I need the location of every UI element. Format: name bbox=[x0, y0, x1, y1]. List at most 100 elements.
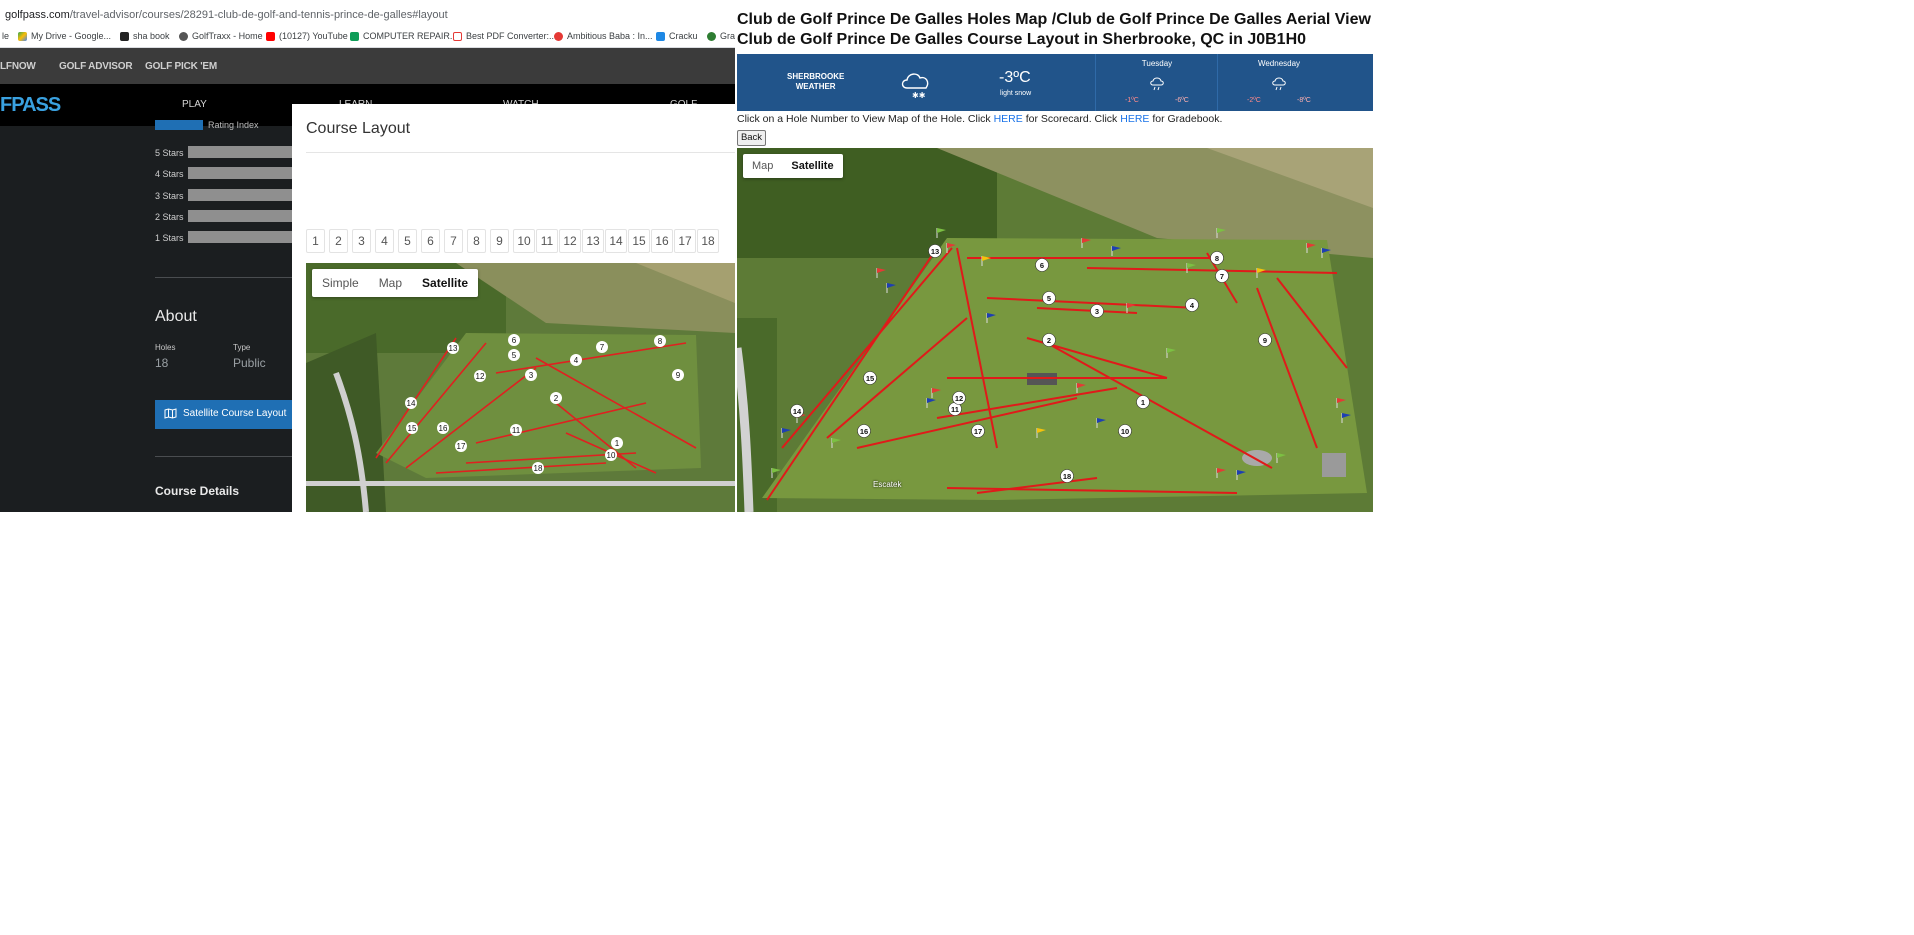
hole-button-13[interactable]: 13 bbox=[582, 229, 604, 253]
hole-button-5[interactable]: 5 bbox=[398, 229, 417, 253]
ambitious-baba-icon bbox=[554, 31, 563, 41]
hole-button-18[interactable]: 18 bbox=[697, 229, 719, 253]
hole-button-3[interactable]: 3 bbox=[352, 229, 371, 253]
hole-button-10[interactable]: 10 bbox=[513, 229, 535, 253]
hole-button-7[interactable]: 7 bbox=[444, 229, 463, 253]
bookmark-item[interactable]: Gra bbox=[707, 31, 735, 41]
weather-city: SHERBROOKE WEATHER bbox=[787, 72, 844, 92]
grammar-icon bbox=[707, 31, 716, 41]
right-map-type-toggle: Map Satellite bbox=[743, 154, 843, 178]
hole-marker-label: 1 bbox=[615, 439, 620, 448]
bookmark-item[interactable]: le bbox=[2, 31, 9, 41]
address-bar[interactable]: golfpass.com/travel-advisor/courses/2829… bbox=[0, 0, 735, 26]
bookmarks-bar: le My Drive - Google... sha book GolfTra… bbox=[0, 26, 735, 48]
holes-label: Holes bbox=[155, 343, 176, 352]
rain-cloud-icon bbox=[1272, 77, 1286, 91]
instructions-part: for Scorecard. Click bbox=[1022, 113, 1121, 125]
star-rating-bar bbox=[188, 189, 293, 201]
course-layout-modal: Course Layout 1 2 3 4 5 6 7 8 9 10 11 12 13 14 15 16 17 1… bbox=[292, 104, 735, 512]
hole-marker-label: 8 bbox=[658, 337, 663, 346]
hole-button-6[interactable]: 6 bbox=[421, 229, 440, 253]
modal-satellite-map[interactable]: 1 2 3 4 5 6 7 8 9 10 11 12 13 14 15 16 17 18 Simple Map S… bbox=[306, 263, 735, 512]
star-rating-bar bbox=[188, 210, 293, 222]
bookmark-item[interactable]: Best PDF Converter:... bbox=[453, 31, 557, 41]
hole-marker-label: 4 bbox=[574, 356, 579, 365]
hole-button-9[interactable]: 9 bbox=[490, 229, 509, 253]
hole-marker-label: 10 bbox=[607, 451, 616, 460]
bookmark-item[interactable]: sha book bbox=[120, 31, 170, 41]
hole-button-4[interactable]: 4 bbox=[375, 229, 394, 253]
hole-marker-label: 2 bbox=[554, 394, 559, 403]
hole-button-1[interactable]: 1 bbox=[306, 229, 325, 253]
nav-play[interactable]: PLAY bbox=[182, 99, 207, 110]
rating-index-label: Rating Index bbox=[208, 120, 259, 130]
bookmark-label: My Drive - Google... bbox=[31, 31, 112, 41]
weather-separator bbox=[1217, 54, 1218, 111]
hole-marker-label: 6 bbox=[1040, 261, 1044, 270]
hole-button-17[interactable]: 17 bbox=[674, 229, 696, 253]
current-temperature: -3ºC bbox=[999, 69, 1031, 86]
star-rating-bar bbox=[188, 231, 293, 243]
hole-marker-label: 16 bbox=[860, 427, 868, 436]
bookmark-item[interactable]: My Drive - Google... bbox=[18, 31, 111, 41]
hole-marker-label: 7 bbox=[600, 343, 605, 352]
hole-button-15[interactable]: 15 bbox=[628, 229, 650, 253]
map-mode-satellite[interactable]: Satellite bbox=[782, 154, 842, 178]
type-label: Type bbox=[233, 343, 251, 352]
nav-golf-advisor[interactable]: GOLF ADVISOR bbox=[59, 61, 133, 72]
star-row-label: 2 Stars bbox=[155, 212, 184, 222]
hole-marker-label: 17 bbox=[457, 442, 466, 451]
hole-button-11[interactable]: 11 bbox=[536, 229, 558, 253]
hole-marker-label: 5 bbox=[1047, 294, 1051, 303]
forecast-high: -1ºC bbox=[1125, 97, 1139, 104]
instructions-part: Click on a Hole Number to View Map of th… bbox=[737, 113, 994, 125]
hole-marker-label: 10 bbox=[1121, 427, 1129, 436]
right-satellite-image: 12345678910111213141516 1718 bbox=[737, 148, 1373, 512]
star-rating-bar bbox=[188, 167, 293, 179]
map-icon bbox=[164, 408, 177, 419]
gradebook-link[interactable]: HERE bbox=[1120, 113, 1149, 125]
youtube-icon bbox=[266, 31, 275, 41]
snow-cloud-icon: ✱✱ bbox=[901, 73, 929, 100]
star-rating-bar bbox=[188, 146, 293, 158]
hole-button-16[interactable]: 16 bbox=[651, 229, 673, 253]
map-mode-satellite[interactable]: Satellite bbox=[412, 269, 478, 297]
map-mode-map[interactable]: Map bbox=[743, 154, 782, 178]
hole-button-14[interactable]: 14 bbox=[605, 229, 627, 253]
hole-button-12[interactable]: 12 bbox=[559, 229, 581, 253]
bookmark-label: GolfTraxx - Home bbox=[192, 31, 263, 41]
satellite-course-layout-button[interactable]: Satellite Course Layout bbox=[155, 400, 295, 429]
bookmark-item[interactable]: (10127) YouTube bbox=[266, 31, 348, 41]
bookmark-item[interactable]: GolfTraxx - Home bbox=[179, 31, 263, 41]
map-place-label: Escatek bbox=[873, 480, 902, 489]
nav-golfnow[interactable]: LFNOW bbox=[0, 61, 36, 72]
cracku-icon bbox=[656, 31, 665, 41]
bookmark-item[interactable]: COMPUTER REPAIR... bbox=[350, 31, 457, 41]
hole-marker-label: 17 bbox=[974, 427, 982, 436]
hole-button-8[interactable]: 8 bbox=[467, 229, 486, 253]
bookmark-item[interactable]: Cracku bbox=[656, 31, 698, 41]
modal-map-type-toggle: Simple Map Satellite bbox=[312, 269, 479, 297]
back-button[interactable]: Back bbox=[737, 130, 766, 146]
weather-city-name: SHERBROOKE bbox=[787, 72, 845, 81]
forecast-day-name: Tuesday bbox=[1141, 59, 1173, 68]
star-row-label: 4 Stars bbox=[155, 169, 184, 179]
instructions-text: Click on a Hole Number to View Map of th… bbox=[737, 113, 1222, 125]
sheets-icon bbox=[350, 31, 359, 41]
course-details-heading: Course Details bbox=[155, 484, 240, 498]
bookmark-label: COMPUTER REPAIR... bbox=[363, 31, 458, 41]
map-mode-map[interactable]: Map bbox=[369, 269, 412, 297]
map-mode-simple[interactable]: Simple bbox=[312, 269, 369, 297]
hole-marker-label: 11 bbox=[512, 426, 521, 435]
hole-button-2[interactable]: 2 bbox=[329, 229, 348, 253]
bookmark-label: sha book bbox=[133, 31, 170, 41]
scorecard-link[interactable]: HERE bbox=[994, 113, 1023, 125]
right-satellite-map[interactable]: 1 2 3 4 5 6 7 8 9 10 11 12 13 14 15 16 17 18 Map Satellit… bbox=[737, 148, 1373, 512]
golfpass-logo[interactable]: FPASS bbox=[0, 94, 61, 117]
left-browser-window: golfpass.com/travel-advisor/courses/2829… bbox=[0, 0, 735, 512]
nav-golf-pickem[interactable]: GOLF PICK 'EM bbox=[145, 61, 217, 72]
hole-marker-label: 5 bbox=[512, 351, 517, 360]
forecast-day-name: Wednesday bbox=[1257, 59, 1301, 68]
svg-text:✱✱: ✱✱ bbox=[912, 91, 926, 100]
bookmark-item[interactable]: Ambitious Baba : In... bbox=[554, 31, 653, 41]
